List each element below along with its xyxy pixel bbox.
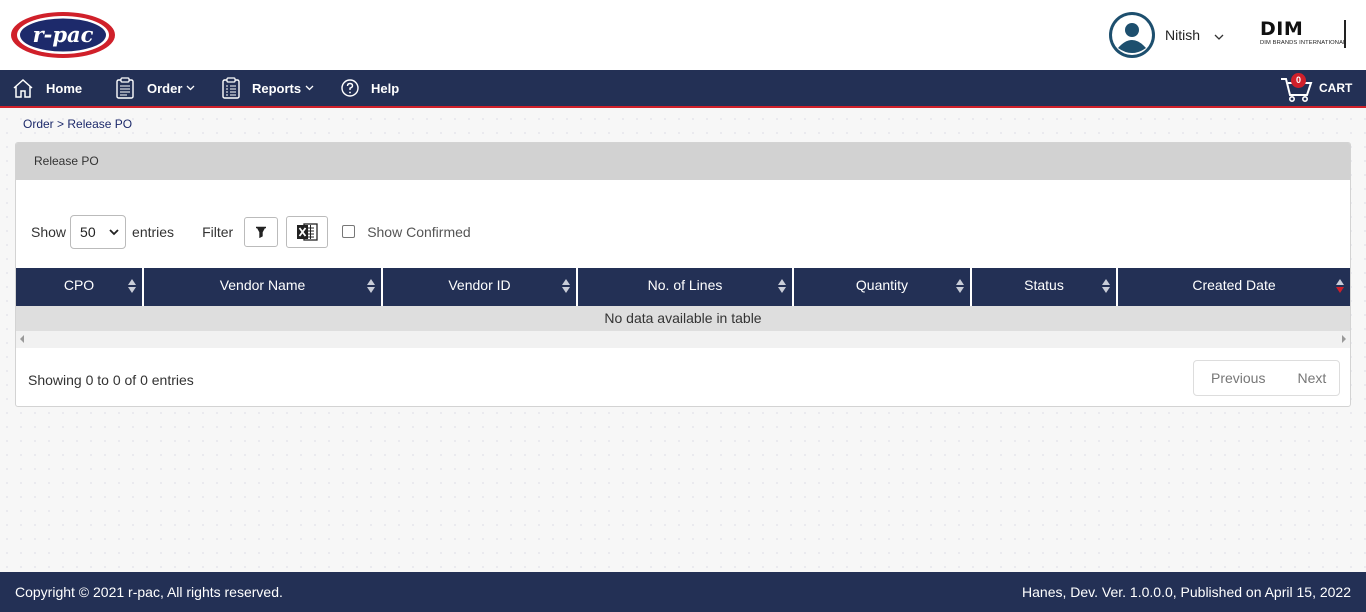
- column-title: Vendor ID: [448, 277, 511, 293]
- chevron-down-icon: [109, 229, 119, 236]
- table-info: Showing 0 to 0 of 0 entries: [28, 372, 194, 388]
- entries-select[interactable]: 50: [70, 215, 127, 249]
- excel-icon: [297, 223, 318, 241]
- dim-logo-subtext: DIM BRANDS INTERNATIONAL: [1260, 40, 1347, 46]
- rpac-logo[interactable]: r-pac: [10, 11, 116, 59]
- entries-label: entries: [132, 224, 175, 240]
- column-header-status[interactable]: Status: [972, 268, 1118, 306]
- cart-count-badge: 0: [1291, 73, 1306, 88]
- nav-order-label: Order: [147, 80, 183, 96]
- breadcrumb-order-link[interactable]: Order: [23, 117, 54, 131]
- chevron-down-icon: [305, 85, 314, 91]
- pagination: Previous Next: [1193, 360, 1340, 396]
- top-header: r-pac Nitish DIM DIM BRANDS INTERNATIONA…: [0, 0, 1366, 70]
- breadcrumb-separator: >: [57, 117, 65, 131]
- next-button[interactable]: Next: [1297, 370, 1326, 386]
- copyright-text: Copyright © 2021 r-pac, All rights reser…: [15, 584, 283, 600]
- footer: Copyright © 2021 r-pac, All rights reser…: [0, 572, 1366, 612]
- chevron-down-icon: [186, 85, 195, 91]
- dim-logo-text: DIM: [1260, 18, 1304, 40]
- empty-table-message: No data available in table: [16, 306, 1350, 331]
- column-header-vendor-name[interactable]: Vendor Name: [144, 268, 383, 306]
- column-title: Status: [1024, 277, 1064, 293]
- version-text: Hanes, Dev. Ver. 1.0.0.0, Published on A…: [1022, 584, 1351, 600]
- sort-icon: [128, 279, 136, 293]
- chevron-down-icon: [1214, 34, 1224, 40]
- filter-icon: [256, 226, 267, 238]
- column-header-cpo[interactable]: CPO: [16, 268, 144, 306]
- nav-order[interactable]: Order: [115, 70, 195, 106]
- user-menu[interactable]: Nitish: [1109, 12, 1224, 58]
- horizontal-scrollbar[interactable]: [16, 331, 1350, 348]
- breadcrumb-current: Release PO: [67, 117, 133, 131]
- column-title: Created Date: [1192, 277, 1276, 293]
- svg-text:r-pac: r-pac: [33, 22, 94, 47]
- sort-icon: [956, 279, 964, 293]
- filter-button[interactable]: [244, 217, 279, 247]
- cart-button[interactable]: 0 CART: [1280, 70, 1352, 106]
- table-header: CPO Vendor Name Vendor ID No. of Lines Q…: [16, 268, 1350, 306]
- sort-icon: [1102, 279, 1110, 293]
- nav-help[interactable]: Help: [341, 70, 399, 106]
- scroll-left-icon[interactable]: [20, 335, 25, 343]
- nav-help-label: Help: [371, 80, 400, 96]
- column-header-no-of-lines[interactable]: No. of Lines: [578, 268, 794, 306]
- nav-reports-label: Reports: [252, 80, 302, 96]
- previous-button[interactable]: Previous: [1211, 370, 1265, 386]
- sort-icon: [562, 279, 570, 293]
- show-label: Show: [31, 224, 67, 240]
- column-title: CPO: [63, 277, 95, 293]
- release-po-panel: Release PO Show 50 entries Filter Show C…: [15, 142, 1351, 407]
- sort-icon: [778, 279, 786, 293]
- clipboard-icon: [116, 77, 134, 99]
- column-header-created-date[interactable]: Created Date: [1118, 268, 1350, 306]
- entries-value: 50: [80, 224, 96, 240]
- report-icon: [222, 77, 240, 99]
- header-divider: [1344, 20, 1346, 48]
- avatar: [1109, 12, 1155, 58]
- column-title: Vendor Name: [219, 277, 306, 293]
- sort-icon: [367, 279, 375, 293]
- show-confirmed-label: Show Confirmed: [367, 224, 471, 240]
- table-controls: Show 50 entries Filter Show Confirmed: [31, 215, 471, 249]
- nav-home[interactable]: Home: [12, 70, 82, 106]
- user-name: Nitish: [1165, 27, 1201, 43]
- main-nav: Home Order Reports Help 0 CART: [0, 70, 1366, 108]
- cart-label: CART: [1319, 81, 1353, 95]
- home-icon: [13, 78, 33, 98]
- export-excel-button[interactable]: [286, 216, 329, 248]
- column-title: No. of Lines: [647, 277, 723, 293]
- nav-home-label: Home: [46, 80, 83, 96]
- help-icon: [341, 79, 359, 97]
- nav-reports[interactable]: Reports: [222, 70, 314, 106]
- dim-brands-logo: DIM DIM BRANDS INTERNATIONAL: [1260, 20, 1350, 50]
- filter-label: Filter: [202, 224, 234, 240]
- show-confirmed-checkbox[interactable]: [342, 224, 356, 238]
- panel-title: Release PO: [16, 143, 1350, 180]
- column-header-quantity[interactable]: Quantity: [794, 268, 972, 306]
- sort-desc-icon: [1336, 279, 1344, 293]
- scroll-right-icon[interactable]: [1341, 335, 1346, 343]
- breadcrumb: Order > Release PO: [23, 117, 132, 131]
- column-header-vendor-id[interactable]: Vendor ID: [383, 268, 578, 306]
- column-title: Quantity: [855, 277, 909, 293]
